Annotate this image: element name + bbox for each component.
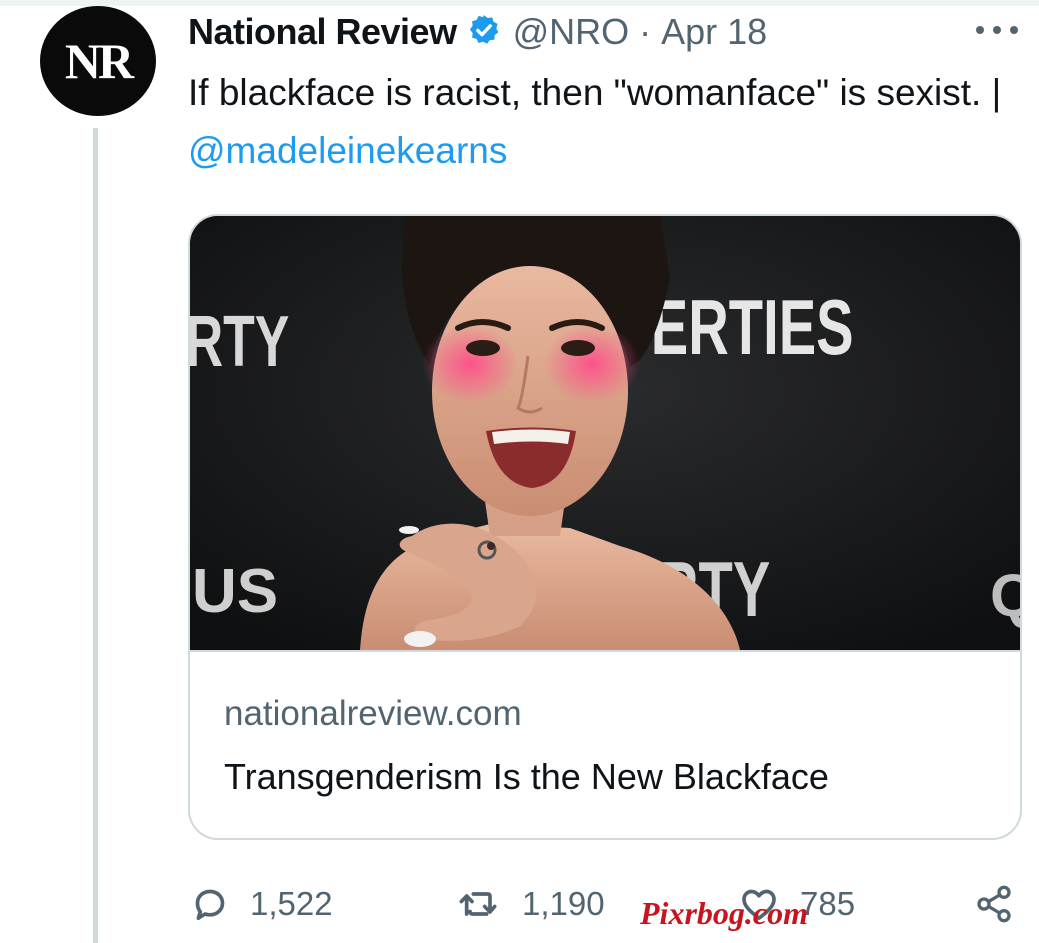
- author-name[interactable]: National Review: [188, 11, 457, 53]
- reply-button[interactable]: 1,522: [190, 878, 333, 930]
- avatar[interactable]: NR: [40, 6, 156, 116]
- backdrop-text-2: ERTIES: [651, 284, 854, 371]
- backdrop-text-1: RTY: [190, 302, 289, 382]
- tweet-text-body: If blackface is racist, then "womanface"…: [188, 72, 1002, 113]
- thread-line: [93, 128, 98, 943]
- backdrop-text-5: Q: [990, 562, 1022, 629]
- like-count: 785: [800, 885, 856, 922]
- top-divider: [0, 0, 1039, 6]
- author-handle[interactable]: @NRO: [513, 11, 630, 53]
- card-image[interactable]: RTY ERTIES US RTY Q: [190, 216, 1022, 650]
- card-divider: [190, 650, 1020, 652]
- watermark-text: Pixrbog.com: [640, 895, 808, 931]
- mention-link[interactable]: @madeleinekearns: [188, 130, 507, 171]
- share-button[interactable]: [972, 878, 1016, 930]
- retweet-button[interactable]: 1,190: [458, 878, 605, 930]
- link-card[interactable]: RTY ERTIES US RTY Q: [188, 214, 1022, 840]
- share-icon: [972, 884, 1016, 924]
- card-domain: nationalreview.com: [224, 694, 522, 733]
- tweet-header: National Review @NRO · Apr 18: [188, 10, 767, 54]
- reply-count: 1,522: [250, 885, 333, 922]
- retweet-icon: [458, 884, 502, 924]
- reply-icon: [190, 884, 230, 924]
- avatar-logo-text: NR: [64, 33, 134, 89]
- backdrop-text-3: US: [192, 557, 278, 626]
- card-title[interactable]: Transgenderism Is the New Blackface: [224, 756, 829, 798]
- more-options-icon[interactable]: [976, 20, 1018, 40]
- tweet-text: If blackface is racist, then "womanface"…: [188, 64, 1008, 180]
- retweet-count: 1,190: [522, 885, 605, 922]
- tweet-date[interactable]: Apr 18: [661, 11, 767, 53]
- separator-dot: ·: [639, 11, 652, 52]
- action-bar: 1,522 1,190 785: [188, 878, 1028, 930]
- verified-badge-icon: [457, 13, 501, 52]
